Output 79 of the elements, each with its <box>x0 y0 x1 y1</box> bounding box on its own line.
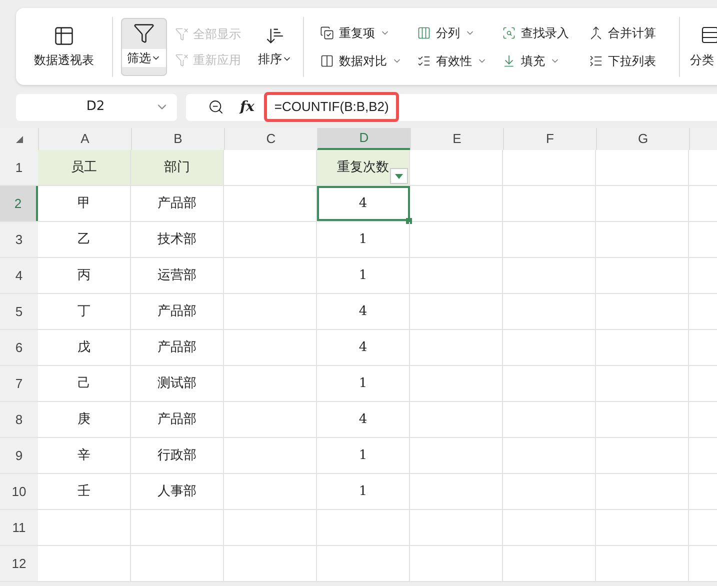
triangle-icon <box>16 136 22 142</box>
table-cell: 甲 <box>38 186 131 221</box>
table-cell: 重复次数 <box>317 150 410 185</box>
row-header[interactable]: 8 <box>0 402 38 437</box>
table-cell: 乙 <box>38 222 131 257</box>
merge-icon <box>589 26 603 40</box>
column-header[interactable]: G <box>596 128 689 150</box>
filter-dropdown-button[interactable] <box>390 168 408 184</box>
table-cell: 产品部 <box>131 294 224 329</box>
columns-icon <box>320 54 334 68</box>
table-cell: 4 <box>317 186 410 221</box>
zoom-out-icon[interactable] <box>208 99 224 115</box>
table-icon <box>53 24 75 46</box>
column-header[interactable]: F <box>503 128 596 150</box>
ribbon-tool-button[interactable]: 合并计算 <box>589 24 675 42</box>
table-cell: 产品部 <box>131 402 224 437</box>
table-cell: 人事部 <box>131 474 224 509</box>
fx-label: fx <box>240 98 254 116</box>
fill-handle[interactable] <box>406 218 412 224</box>
row-header[interactable]: 3 <box>0 222 38 257</box>
table-cell: 丁 <box>38 294 131 329</box>
table-cell: 壬 <box>38 474 131 509</box>
row-header[interactable]: 4 <box>0 258 38 293</box>
table-cell: 4 <box>317 402 410 437</box>
name-box[interactable]: D2 <box>16 94 177 120</box>
table-cell: 部门 <box>131 150 224 185</box>
formula-field[interactable]: =COUNTIF(B:B,B2) <box>264 92 399 122</box>
ribbon-tool-button[interactable]: 填充 <box>502 52 589 70</box>
ribbon-tool-button[interactable]: 数据对比 <box>320 52 417 70</box>
funnel-icon <box>175 26 189 40</box>
table-cell: 员工 <box>38 150 131 185</box>
ribbon-tool-button[interactable]: 分列 <box>417 24 502 42</box>
column-header[interactable]: D <box>317 128 410 150</box>
download-icon <box>502 54 516 68</box>
scan-icon <box>502 26 516 40</box>
ribbon-tool-button[interactable]: 重复项 <box>320 24 417 42</box>
duplicates-icon <box>320 26 334 40</box>
table-cell: 行政部 <box>131 438 224 473</box>
table-cell: 1 <box>317 258 410 293</box>
table-cell: 1 <box>317 474 410 509</box>
ribbon-tool-button[interactable]: 下拉列表 <box>589 52 675 70</box>
row-header[interactable]: 10 <box>0 474 38 509</box>
ribbon-tool-button[interactable]: 查找录入 <box>502 24 589 42</box>
table-cell: 4 <box>317 330 410 365</box>
ribbon-tool-button[interactable]: 有效性 <box>417 52 502 70</box>
table-cell: 戊 <box>38 330 131 365</box>
table-cell: 辛 <box>38 438 131 473</box>
table-cell: 1 <box>317 438 410 473</box>
columns-icon <box>417 26 431 40</box>
table-cell: 1 <box>317 366 410 401</box>
table-cell: 技术部 <box>131 222 224 257</box>
row-header[interactable]: 1 <box>0 150 38 185</box>
row-header[interactable]: 2 <box>0 186 38 221</box>
table-cell: 4 <box>317 294 410 329</box>
table-cell: 庚 <box>38 402 131 437</box>
caret-icon <box>395 174 403 178</box>
table-cell: 测试部 <box>131 366 224 401</box>
column-header[interactable]: E <box>410 128 503 150</box>
pivot-table-button[interactable]: 数据透视表 <box>16 12 112 82</box>
table-cell: 运营部 <box>131 258 224 293</box>
rows-icon <box>700 24 717 44</box>
row-header[interactable]: 6 <box>0 330 38 365</box>
table-cell: 己 <box>38 366 131 401</box>
list-icon <box>589 54 603 68</box>
table-cell: 丙 <box>38 258 131 293</box>
classify-button[interactable]: 分类 <box>690 16 717 76</box>
table-cell: 产品部 <box>131 186 224 221</box>
row-header[interactable]: 11 <box>0 510 38 545</box>
funnel-icon <box>175 52 189 66</box>
row-header[interactable]: 9 <box>0 438 38 473</box>
row-header[interactable]: 7 <box>0 366 38 401</box>
sort-button[interactable]: 排序 <box>253 16 297 76</box>
filter-button[interactable]: 筛选 <box>121 18 167 76</box>
filter-icon <box>133 22 155 44</box>
row-header[interactable]: 5 <box>0 294 38 329</box>
table-cell: 产品部 <box>131 330 224 365</box>
checklist-icon <box>417 54 431 68</box>
table-cell: 1 <box>317 222 410 257</box>
row-header[interactable]: 12 <box>0 546 38 581</box>
